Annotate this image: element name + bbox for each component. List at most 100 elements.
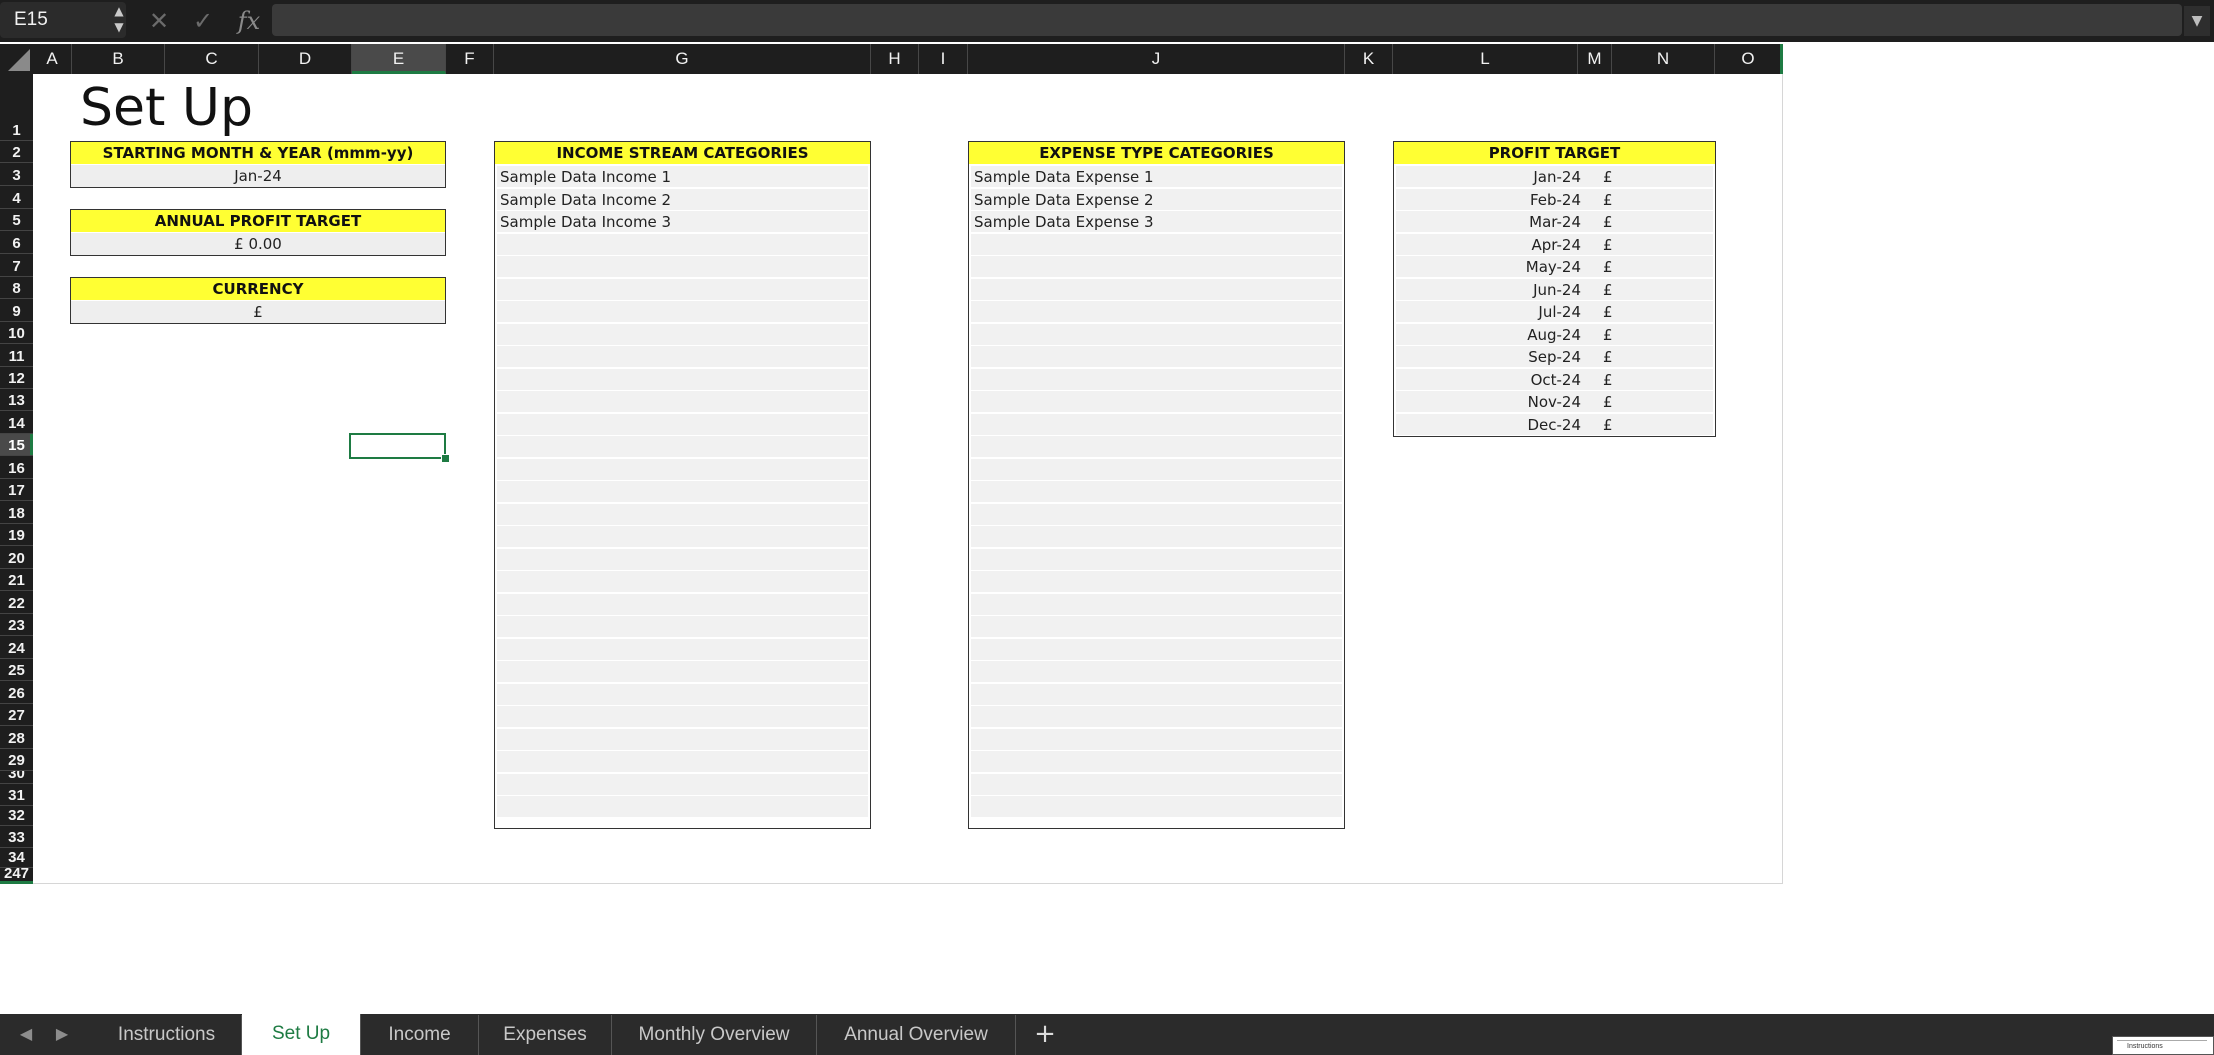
expense-category-row[interactable]: Sample Data Expense 3 <box>971 211 1342 232</box>
income-category-row[interactable] <box>497 729 868 750</box>
income-category-row[interactable] <box>497 414 868 435</box>
currency-value[interactable]: £ <box>71 301 445 323</box>
row-header-12[interactable]: 12 <box>0 367 33 389</box>
column-header-c[interactable]: C <box>165 44 259 74</box>
income-category-row[interactable] <box>497 751 868 772</box>
income-category-row[interactable]: Sample Data Income 3 <box>497 211 868 232</box>
column-header-m[interactable]: M <box>1578 44 1612 74</box>
income-category-row[interactable] <box>497 436 868 457</box>
expense-category-row[interactable] <box>971 774 1342 795</box>
expense-category-row[interactable] <box>971 594 1342 615</box>
next-sheet-icon[interactable]: ▶ <box>50 1022 74 1046</box>
profit-target-row[interactable]: Oct-24 £ <box>1396 368 1713 390</box>
row-header-13[interactable]: 13 <box>0 389 33 411</box>
row-header-21[interactable]: 21 <box>0 569 33 591</box>
column-header-e[interactable]: E <box>352 44 446 74</box>
row-header-27[interactable]: 27 <box>0 704 33 726</box>
income-category-row[interactable] <box>497 459 868 480</box>
tab-income[interactable]: Income <box>361 1015 479 1055</box>
row-header-10[interactable]: 10 <box>0 322 33 344</box>
expense-category-row[interactable] <box>971 661 1342 682</box>
close-icon[interactable]: ✕ <box>142 4 176 38</box>
fx-icon[interactable]: fx <box>232 4 266 38</box>
expense-category-row[interactable] <box>971 639 1342 660</box>
expense-category-row[interactable] <box>971 301 1342 322</box>
column-header-l[interactable]: L <box>1393 44 1578 74</box>
formula-input[interactable] <box>272 4 2182 36</box>
expense-category-row[interactable] <box>971 571 1342 592</box>
income-category-row[interactable] <box>497 481 868 502</box>
expense-category-row[interactable] <box>971 346 1342 367</box>
income-category-row[interactable] <box>497 526 868 547</box>
profit-target-row[interactable]: Sep-24 £ <box>1396 346 1713 367</box>
row-header-15[interactable]: 15 <box>0 434 33 456</box>
chevron-down-icon[interactable]: ▼ <box>2184 6 2210 36</box>
profit-target-row[interactable]: Feb-24 £ <box>1396 188 1713 210</box>
profit-target-row[interactable]: May-24 £ <box>1396 256 1713 277</box>
expense-category-row[interactable] <box>971 256 1342 277</box>
income-category-row[interactable] <box>497 774 868 795</box>
income-category-row[interactable] <box>497 256 868 277</box>
column-header-b[interactable]: B <box>72 44 165 74</box>
chevron-up-icon[interactable]: ▲ <box>110 4 128 18</box>
expense-category-row[interactable] <box>971 279 1342 300</box>
row-header-18[interactable]: 18 <box>0 501 33 524</box>
tab-instructions[interactable]: Instructions <box>92 1015 242 1055</box>
income-category-row[interactable] <box>497 571 868 592</box>
row-header-9[interactable]: 9 <box>0 299 33 322</box>
chevron-down-icon[interactable]: ▼ <box>110 20 128 34</box>
row-header-1[interactable]: 1 <box>0 74 33 141</box>
row-header-34[interactable]: 34 <box>0 848 33 868</box>
add-sheet-icon[interactable]: + <box>1030 1018 1060 1050</box>
row-header-8[interactable]: 8 <box>0 277 33 299</box>
column-header-k[interactable]: K <box>1345 44 1393 74</box>
profit-target-row[interactable]: Jun-24 £ <box>1396 278 1713 300</box>
expense-category-row[interactable] <box>971 684 1342 705</box>
row-header-20[interactable]: 20 <box>0 546 33 569</box>
prev-sheet-icon[interactable]: ◀ <box>14 1022 38 1046</box>
expense-category-row[interactable] <box>971 414 1342 435</box>
row-header-33[interactable]: 33 <box>0 826 33 848</box>
column-header-h[interactable]: H <box>871 44 919 74</box>
income-category-row[interactable] <box>497 234 868 255</box>
income-category-row[interactable] <box>497 796 868 817</box>
row-header-6[interactable]: 6 <box>0 231 33 254</box>
row-header-4[interactable]: 4 <box>0 186 33 209</box>
column-header-n[interactable]: N <box>1612 44 1715 74</box>
tab-annual-overview[interactable]: Annual Overview <box>817 1015 1016 1055</box>
fill-handle[interactable] <box>441 454 450 463</box>
expense-category-row[interactable] <box>971 549 1342 570</box>
income-category-row[interactable] <box>497 324 868 345</box>
profit-target-row[interactable]: Aug-24 £ <box>1396 323 1713 345</box>
row-header-16[interactable]: 16 <box>0 456 33 479</box>
income-category-row[interactable] <box>497 301 868 322</box>
income-category-row[interactable]: Sample Data Income 1 <box>497 166 868 187</box>
check-icon[interactable]: ✓ <box>186 4 220 38</box>
row-header-25[interactable]: 25 <box>0 659 33 681</box>
profit-target-row[interactable]: Dec-24 £ <box>1396 413 1713 435</box>
tab-monthly-overview[interactable]: Monthly Overview <box>612 1015 817 1055</box>
starting-month-value[interactable]: Jan-24 <box>71 165 445 187</box>
select-all-corner[interactable] <box>0 44 33 74</box>
column-header-a[interactable]: A <box>33 44 72 74</box>
income-category-row[interactable] <box>497 684 868 705</box>
row-header-14[interactable]: 14 <box>0 411 33 434</box>
income-category-row[interactable] <box>497 639 868 660</box>
expense-category-row[interactable] <box>971 324 1342 345</box>
row-header-3[interactable]: 3 <box>0 163 33 186</box>
row-header-5[interactable]: 5 <box>0 209 33 231</box>
income-category-row[interactable] <box>497 616 868 637</box>
name-box[interactable]: E15 ▲ ▼ <box>0 2 126 38</box>
row-header-26[interactable]: 26 <box>0 681 33 704</box>
expense-category-row[interactable] <box>971 481 1342 502</box>
profit-target-row[interactable]: Mar-24 £ <box>1396 211 1713 232</box>
column-header-d[interactable]: D <box>259 44 352 74</box>
income-category-row[interactable] <box>497 279 868 300</box>
row-header-30[interactable]: 30 <box>0 771 33 784</box>
income-category-row[interactable] <box>497 706 868 727</box>
expense-category-row[interactable]: Sample Data Expense 2 <box>971 189 1342 210</box>
income-category-row[interactable] <box>497 549 868 570</box>
tab-expenses[interactable]: Expenses <box>479 1015 612 1055</box>
expense-category-row[interactable] <box>971 436 1342 457</box>
row-header-32[interactable]: 32 <box>0 806 33 826</box>
